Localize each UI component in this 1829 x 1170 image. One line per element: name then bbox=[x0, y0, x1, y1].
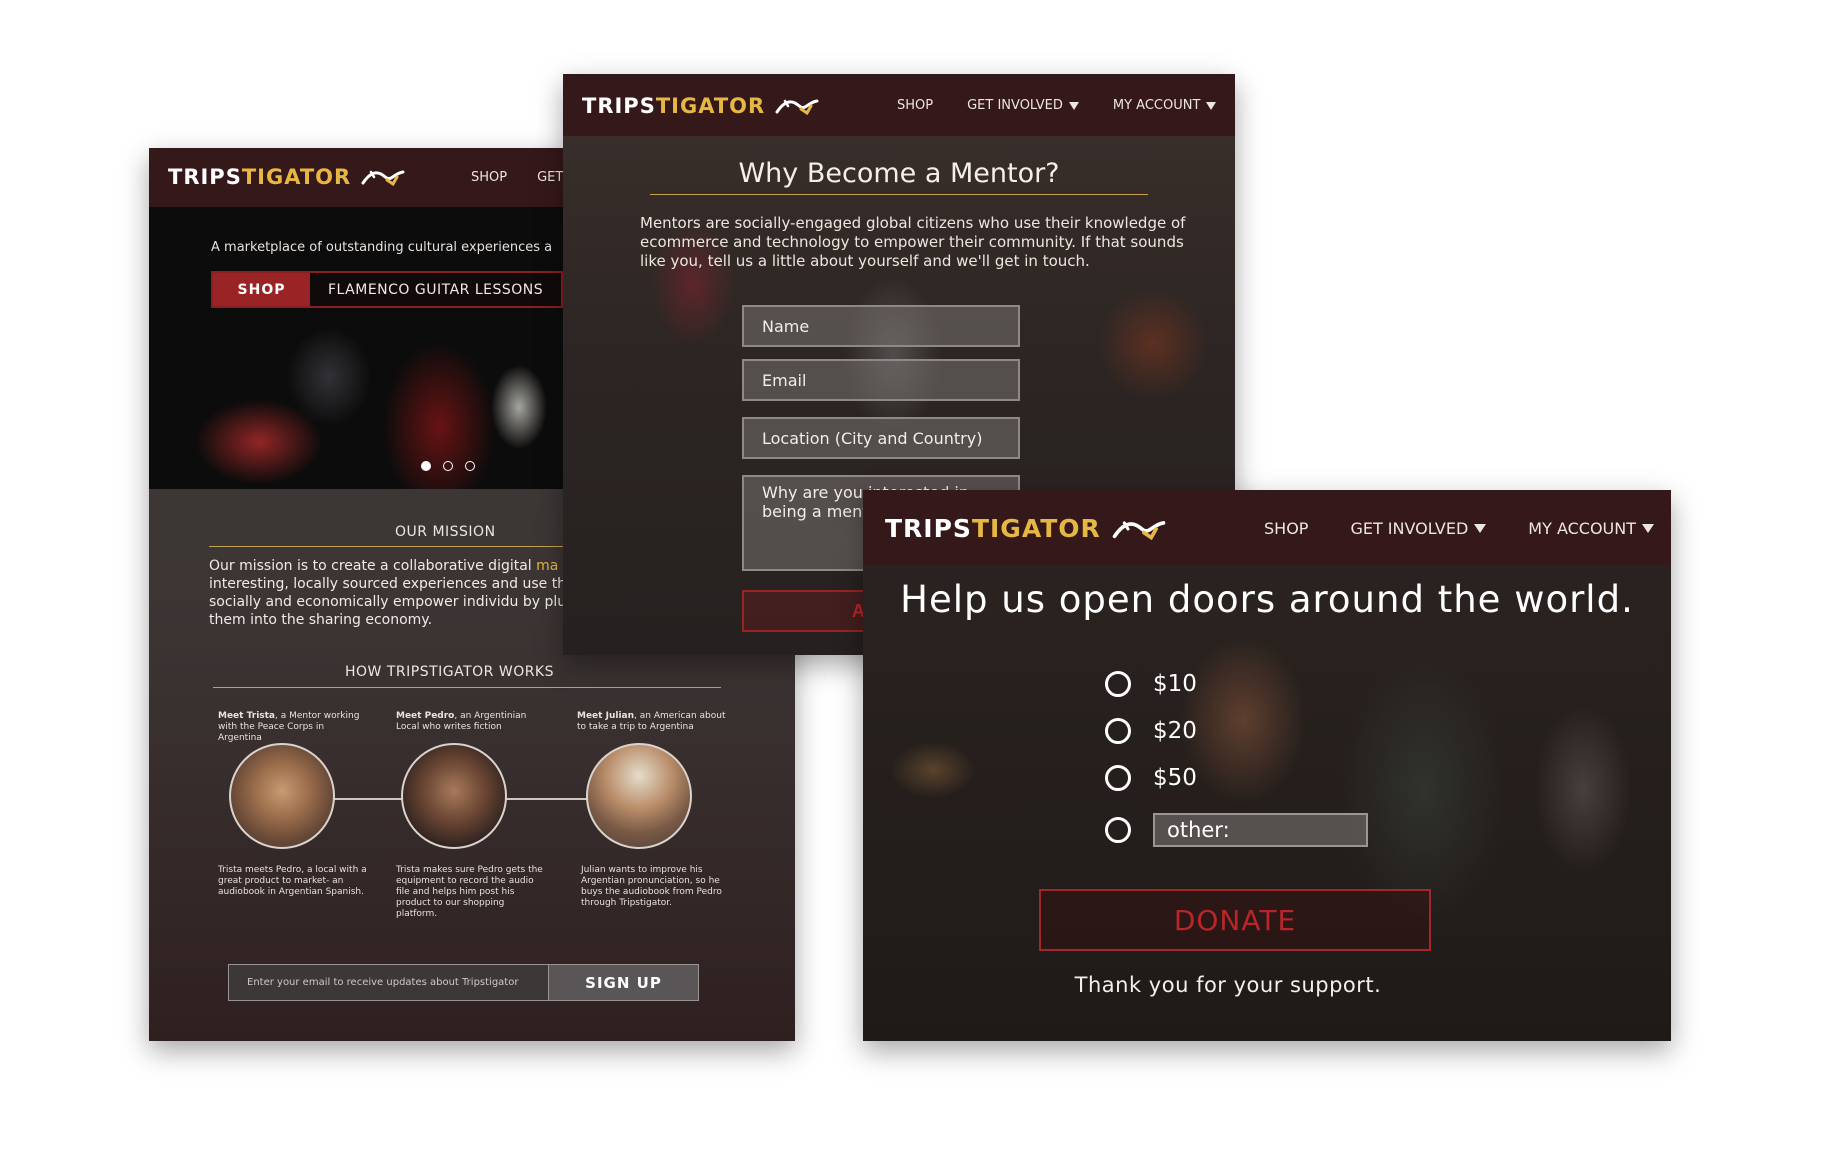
donation-option-10[interactable]: $10 bbox=[1105, 671, 1197, 697]
how-it-works-divider bbox=[213, 687, 721, 688]
tripstigator-logo[interactable]: TRIPS TIGATOR bbox=[168, 165, 405, 189]
newsletter-signup: SIGN UP bbox=[228, 964, 699, 1001]
nav-my-account[interactable]: MY ACCOUNT bbox=[1528, 519, 1654, 538]
tripstigator-logo[interactable]: TRIPS TIGATOR bbox=[582, 94, 819, 118]
other-amount-input[interactable] bbox=[1153, 813, 1368, 847]
mentor-description: Mentors are socially-engaged global citi… bbox=[640, 214, 1186, 270]
trista-description: Trista meets Pedro, a local with a great… bbox=[218, 865, 367, 897]
nav-shop[interactable]: SHOP bbox=[1264, 519, 1308, 538]
gator-logo-icon bbox=[361, 170, 405, 186]
mission-title: OUR MISSION bbox=[395, 524, 496, 540]
radio-button[interactable] bbox=[1105, 718, 1131, 744]
gator-logo-icon bbox=[775, 99, 819, 115]
pedro-avatar bbox=[401, 743, 507, 849]
location-field[interactable] bbox=[742, 417, 1020, 459]
pedro-description: Trista makes sure Pedro gets the equipme… bbox=[396, 865, 543, 919]
person-julian: Meet Julian, an American about to take a… bbox=[577, 711, 726, 732]
hero-cta: SHOP FLAMENCO GUITAR LESSONS bbox=[211, 271, 564, 308]
radio-button[interactable] bbox=[1105, 817, 1131, 843]
donation-option-other[interactable] bbox=[1105, 813, 1368, 847]
carousel-dot[interactable] bbox=[465, 461, 475, 471]
nav-get-involved[interactable]: GET bbox=[537, 170, 563, 185]
julian-description: Julian wants to improve his Argentian pr… bbox=[581, 865, 722, 908]
name-field[interactable] bbox=[742, 305, 1020, 347]
sign-up-button[interactable]: SIGN UP bbox=[548, 965, 698, 1000]
how-it-works-title: HOW TRIPSTIGATOR WORKS bbox=[345, 664, 555, 680]
donation-option-20[interactable]: $20 bbox=[1105, 718, 1197, 744]
hero-shop-button[interactable]: SHOP bbox=[213, 273, 310, 306]
trista-avatar bbox=[229, 743, 335, 849]
nav-my-account[interactable]: MY ACCOUNT bbox=[1113, 98, 1217, 113]
person-trista: Meet Trista, a Mentor working with the P… bbox=[218, 711, 360, 743]
donate-navbar: TRIPS TIGATOR SHOP GET INVOLVED MY ACCOUN… bbox=[863, 490, 1671, 565]
hero-tagline: A marketplace of outstanding cultural ex… bbox=[211, 240, 553, 255]
carousel-dot[interactable] bbox=[443, 461, 453, 471]
carousel-dots bbox=[421, 461, 475, 471]
mentor-navbar: TRIPS TIGATOR SHOP GET INVOLVED MY ACCOUN… bbox=[563, 74, 1235, 136]
nav-get-involved[interactable]: GET INVOLVED bbox=[1350, 519, 1487, 538]
donate-heading: Help us open doors around the world. bbox=[900, 578, 1634, 621]
person-pedro: Meet Pedro, an Argentinian Local who wri… bbox=[396, 711, 527, 732]
donation-option-50[interactable]: $50 bbox=[1105, 765, 1197, 791]
julian-avatar bbox=[586, 743, 692, 849]
mentor-divider bbox=[650, 194, 1148, 195]
email-field[interactable] bbox=[742, 359, 1020, 401]
radio-button[interactable] bbox=[1105, 765, 1131, 791]
nav-shop[interactable]: SHOP bbox=[897, 98, 933, 113]
caret-down-icon bbox=[1474, 524, 1487, 533]
mentor-heading: Why Become a Mentor? bbox=[738, 158, 1060, 189]
gator-logo-icon bbox=[1112, 520, 1166, 540]
nav-get-involved[interactable]: GET INVOLVED bbox=[967, 98, 1079, 113]
nav-shop[interactable]: SHOP bbox=[471, 170, 507, 185]
featured-experience-link[interactable]: FLAMENCO GUITAR LESSONS bbox=[310, 273, 562, 306]
tripstigator-logo[interactable]: TRIPS TIGATOR bbox=[885, 514, 1167, 543]
donate-page-mockup: TRIPS TIGATOR SHOP GET INVOLVED MY ACCOUN… bbox=[863, 490, 1671, 1041]
carousel-dot[interactable] bbox=[421, 461, 431, 471]
newsletter-email-input[interactable] bbox=[229, 965, 548, 1000]
caret-down-icon bbox=[1642, 524, 1654, 533]
radio-button[interactable] bbox=[1105, 671, 1131, 697]
caret-down-icon bbox=[1068, 101, 1079, 110]
donate-button[interactable]: DONATE bbox=[1039, 889, 1431, 951]
caret-down-icon bbox=[1206, 101, 1217, 110]
thank-you-message: Thank you for your support. bbox=[1074, 973, 1382, 997]
